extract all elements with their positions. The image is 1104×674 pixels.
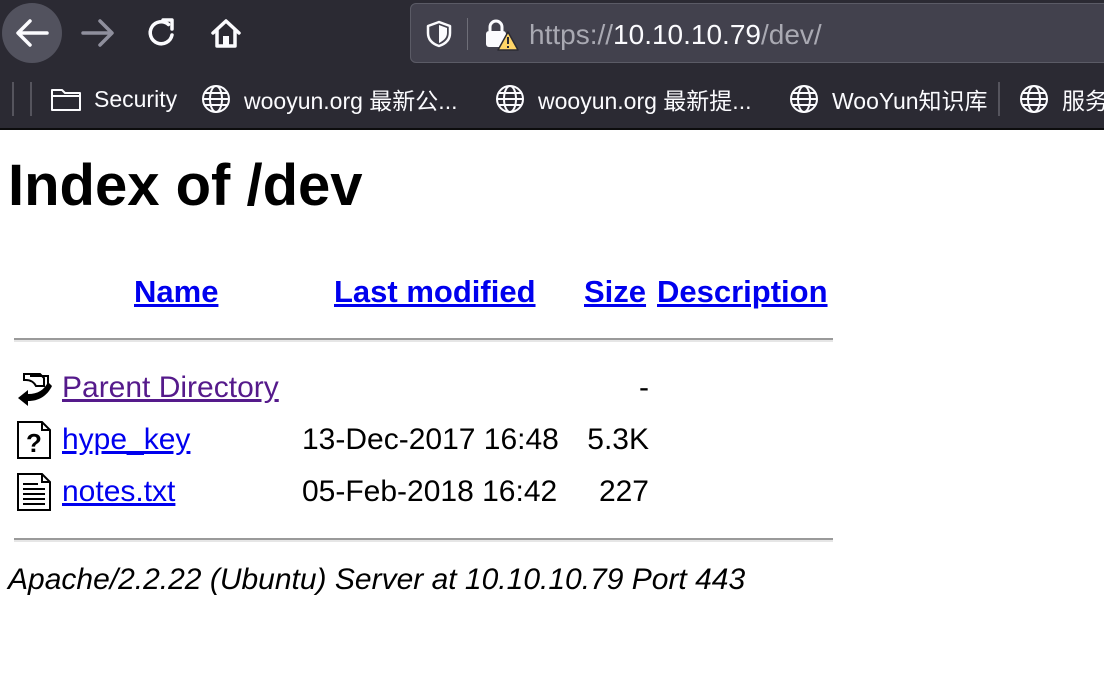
insecure-lock-icon[interactable] bbox=[483, 18, 519, 52]
url-separator bbox=[467, 18, 468, 50]
sort-by-name-link[interactable]: Name bbox=[134, 274, 218, 309]
sort-by-size-link[interactable]: Size bbox=[584, 274, 646, 309]
forward-arrow-icon bbox=[81, 19, 114, 47]
back-folder-icon bbox=[18, 373, 52, 406]
bookmark-separator bbox=[30, 82, 32, 116]
back-button[interactable] bbox=[2, 3, 62, 63]
table-divider bbox=[14, 338, 833, 342]
file-date: 13-Dec-2017 16:48 bbox=[302, 423, 559, 456]
folder-icon bbox=[51, 89, 81, 111]
parent-directory-link[interactable]: Parent Directory bbox=[62, 371, 279, 404]
svg-text:?: ? bbox=[26, 428, 42, 458]
home-icon bbox=[211, 19, 241, 48]
text-file-icon bbox=[17, 473, 51, 511]
globe-icon bbox=[790, 85, 818, 113]
bookmark-wooyun-2[interactable]: wooyun.org 最新提... bbox=[494, 79, 751, 119]
url-bar[interactable]: https://10.10.10.79/dev/ bbox=[410, 3, 1104, 63]
file-size: 227 bbox=[598, 475, 649, 508]
bookmark-label: wooyun.org 最新提... bbox=[538, 88, 752, 114]
bookmark-label: Security bbox=[94, 85, 178, 112]
file-size: 5.3K bbox=[587, 423, 649, 456]
reload-icon bbox=[148, 18, 174, 46]
unknown-file-icon: ? bbox=[17, 421, 51, 459]
column-header-size: Size bbox=[584, 274, 646, 310]
table-divider bbox=[14, 538, 833, 542]
bookmark-wooyun-zhishiku[interactable]: WooYun知识库 bbox=[788, 79, 988, 119]
globe-icon bbox=[1020, 85, 1048, 113]
globe-icon bbox=[496, 85, 524, 113]
column-header-last-modified: Last modified bbox=[334, 274, 536, 310]
bookmarks-bar: Security wooyun.org 最新公... wooyun.org 最新… bbox=[0, 68, 1104, 130]
bookmark-separator bbox=[998, 82, 1000, 116]
globe-icon bbox=[202, 85, 230, 113]
bookmark-label: 服务 bbox=[1062, 88, 1104, 114]
list-item: hype_key bbox=[62, 422, 190, 458]
bookmark-separator bbox=[12, 82, 14, 116]
back-arrow-icon bbox=[16, 19, 49, 47]
page-title: Index of /dev bbox=[8, 153, 363, 218]
shield-icon[interactable] bbox=[425, 20, 453, 48]
url-text[interactable]: https://10.10.10.79/dev/ bbox=[529, 18, 822, 52]
bookmark-fuwu[interactable]: 服务 bbox=[1018, 79, 1104, 119]
sort-by-description-link[interactable]: Description bbox=[657, 274, 828, 309]
file-date: 05-Feb-2018 16:42 bbox=[302, 475, 558, 508]
column-header-description: Description bbox=[657, 274, 828, 310]
page-content: Index of /dev Name Last modified Size De… bbox=[0, 132, 1104, 674]
reload-button[interactable] bbox=[132, 3, 192, 63]
list-item: Parent Directory bbox=[62, 370, 279, 406]
server-signature: Apache/2.2.22 (Ubuntu) Server at 10.10.1… bbox=[8, 563, 746, 596]
sort-by-last-modified-link[interactable]: Last modified bbox=[334, 274, 536, 309]
list-item: notes.txt bbox=[62, 474, 175, 510]
browser-toolbar: https://10.10.10.79/dev/ bbox=[0, 0, 1104, 68]
forward-button[interactable] bbox=[68, 3, 128, 63]
file-size: - bbox=[639, 371, 649, 404]
url-path: /dev/ bbox=[760, 19, 822, 50]
file-link-hype-key[interactable]: hype_key bbox=[62, 423, 190, 456]
url-scheme: https:// bbox=[529, 19, 614, 50]
bookmark-label: WooYun知识库 bbox=[832, 88, 988, 114]
bookmark-wooyun-1[interactable]: wooyun.org 最新公... bbox=[200, 79, 457, 119]
bookmark-label: wooyun.org 最新公... bbox=[244, 88, 458, 114]
file-link-notes-txt[interactable]: notes.txt bbox=[62, 475, 175, 508]
url-host: 10.10.10.79 bbox=[613, 19, 761, 50]
bookmark-folder-security[interactable]: Security bbox=[50, 79, 177, 119]
column-header-name: Name bbox=[134, 274, 218, 310]
home-button[interactable] bbox=[196, 3, 256, 63]
